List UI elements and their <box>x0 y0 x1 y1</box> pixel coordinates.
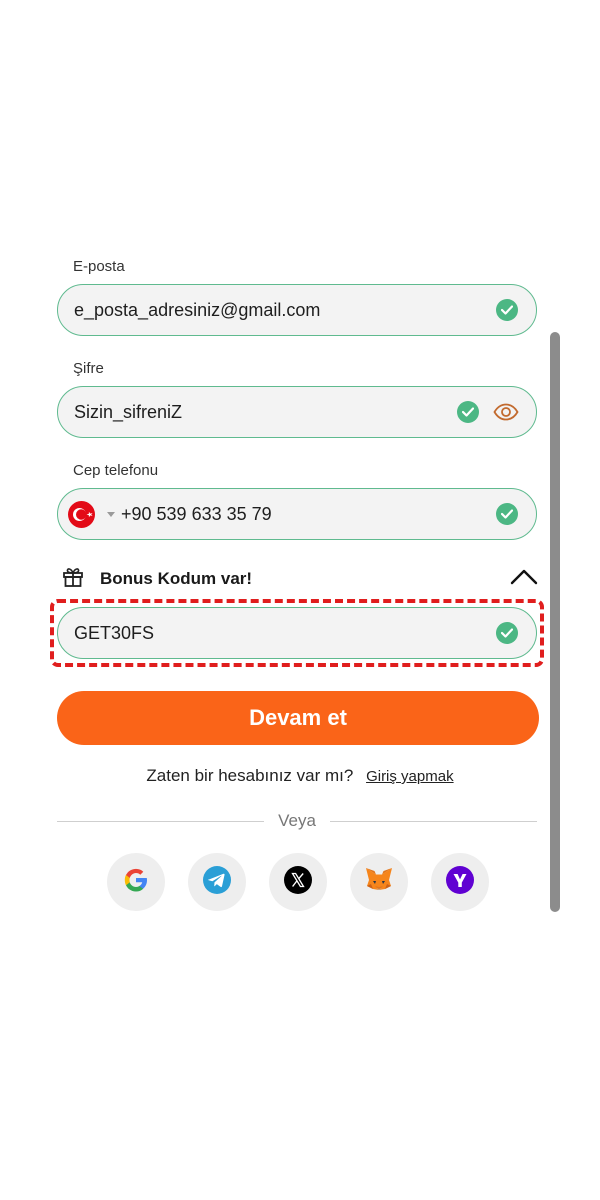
email-value[interactable]: e_posta_adresiniz@gmail.com <box>74 300 496 321</box>
password-field[interactable]: Sizin_sifreniZ <box>57 386 537 438</box>
phone-field[interactable]: +90 539 633 35 79 <box>57 488 537 540</box>
highlight-annotation <box>50 599 544 667</box>
metamask-icon <box>363 865 395 900</box>
check-icon <box>457 401 479 423</box>
metamask-login-button[interactable] <box>350 853 408 911</box>
bonus-toggle[interactable]: Bonus Kodum var! <box>62 565 538 593</box>
continue-button[interactable]: Devam et <box>57 691 539 745</box>
password-label: Şifre <box>73 360 104 377</box>
google-icon <box>121 865 151 900</box>
email-label: E-posta <box>73 258 125 275</box>
check-icon <box>496 299 518 321</box>
chevron-down-icon[interactable] <box>107 511 115 517</box>
x-icon <box>283 865 313 900</box>
phone-label: Cep telefonu <box>73 462 159 479</box>
yahoo-icon <box>445 865 475 900</box>
telegram-login-button[interactable] <box>188 853 246 911</box>
yahoo-login-button[interactable] <box>431 853 489 911</box>
registration-page: E-posta e_posta_adresiniz@gmail.com Şifr… <box>0 0 600 1200</box>
gift-icon <box>62 566 84 593</box>
divider-text: Veya <box>278 811 316 830</box>
divider-line <box>329 820 537 822</box>
x-login-button[interactable] <box>269 853 327 911</box>
phone-value[interactable]: +90 539 633 35 79 <box>121 504 496 525</box>
login-link[interactable]: Giriş yapmak <box>366 768 454 785</box>
divider-line <box>57 820 265 822</box>
login-prompt-row: Zaten bir hesabınız var mı? Giriş yapmak <box>0 766 600 786</box>
bonus-toggle-label[interactable]: Bonus Kodum var! <box>100 569 510 589</box>
eye-icon[interactable] <box>493 403 519 421</box>
chevron-up-icon[interactable] <box>510 568 538 591</box>
turkey-flag-icon[interactable] <box>68 500 95 528</box>
scrollbar[interactable] <box>550 332 560 912</box>
password-value[interactable]: Sizin_sifreniZ <box>74 402 457 423</box>
or-divider: Veya <box>57 810 537 832</box>
social-login-row <box>107 853 512 911</box>
telegram-icon <box>202 865 232 900</box>
google-login-button[interactable] <box>107 853 165 911</box>
login-prompt-text: Zaten bir hesabınız var mı? <box>146 766 354 785</box>
email-field[interactable]: e_posta_adresiniz@gmail.com <box>57 284 537 336</box>
check-icon <box>496 503 518 525</box>
